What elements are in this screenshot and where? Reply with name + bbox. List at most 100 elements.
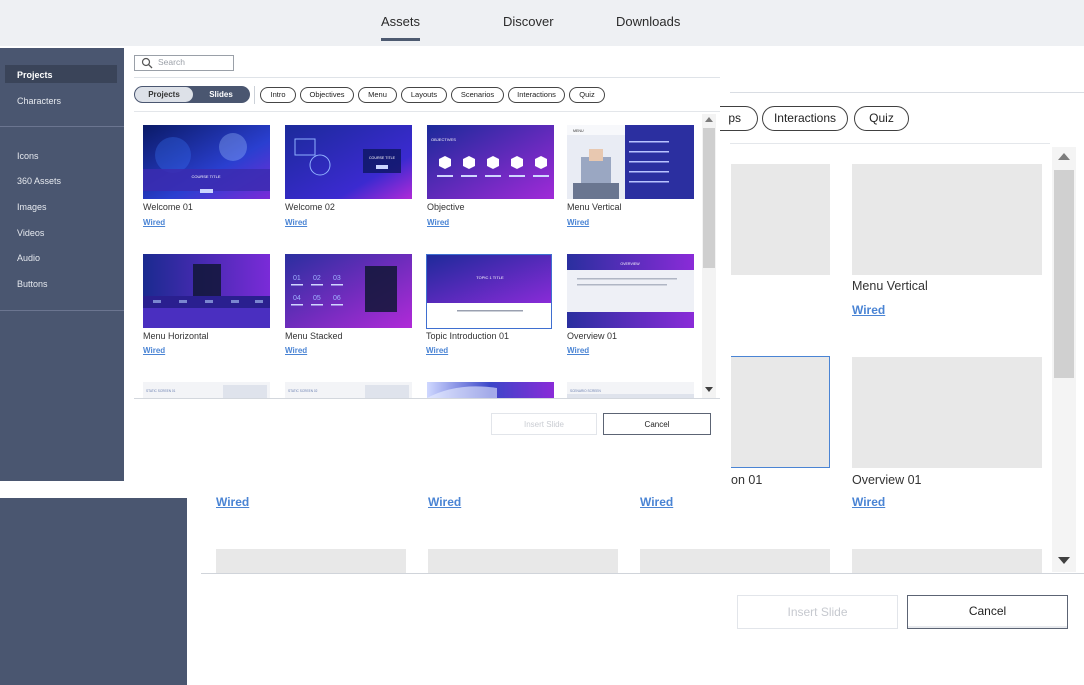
toggle-projects[interactable]: Projects xyxy=(135,87,193,102)
thumb-text: SCENARIO SCREEN xyxy=(570,389,602,393)
wired-link[interactable]: Wired xyxy=(567,346,589,355)
slide-title: Menu Vertical xyxy=(852,279,928,293)
sidebar-item-audio[interactable]: Audio xyxy=(17,253,40,263)
slide-thumbnail[interactable] xyxy=(428,549,618,573)
toggle-slides[interactable]: Slides xyxy=(193,87,249,102)
wired-link[interactable]: Wired xyxy=(852,303,885,317)
sidebar-item-icons[interactable]: Icons xyxy=(17,151,39,161)
menu-number: 01 xyxy=(293,275,301,282)
thumb-text: COURSE TITLE xyxy=(369,156,396,160)
wired-link[interactable]: Wired xyxy=(285,218,307,227)
slide-thumbnail-overview-01[interactable]: OVERVIEW xyxy=(567,254,694,328)
slide-title: Overview 01 xyxy=(852,473,922,487)
slide-thumbnail[interactable] xyxy=(216,549,406,573)
scroll-down-arrow-icon[interactable] xyxy=(705,387,713,392)
insert-slide-button[interactable]: Insert Slide xyxy=(737,595,898,629)
scroll-down-arrow-icon[interactable] xyxy=(1058,557,1070,564)
slide-thumbnail[interactable] xyxy=(852,549,1042,573)
sidebar: Projects Characters Icons 360 Assets Ima… xyxy=(0,48,124,481)
slide-thumbnail-objective[interactable]: OBJECTIVES xyxy=(427,125,554,199)
wired-link[interactable]: Wired xyxy=(427,218,449,227)
slide-thumbnail-topic-introduction-01[interactable]: TOPIC 1 TITLE xyxy=(426,254,552,329)
scroll-up-arrow-icon[interactable] xyxy=(705,117,713,122)
slide-name: Topic Introduction 01 xyxy=(426,331,510,341)
thumb-text: OBJECTIVES xyxy=(431,137,456,142)
slide-thumbnail[interactable] xyxy=(731,164,830,275)
slide-name: Menu Horizontal xyxy=(143,331,209,341)
wired-link[interactable]: Wired xyxy=(285,346,307,355)
thumb-text: COURSE TITLE xyxy=(191,174,220,179)
wired-link[interactable]: Wired xyxy=(852,495,885,509)
background-divider xyxy=(730,92,1084,93)
divider xyxy=(134,111,720,112)
scrollbar-thumb[interactable] xyxy=(703,128,715,268)
slide-thumbnail-partial[interactable]: STATIC SCREEN 01 xyxy=(143,382,270,398)
thumb-text: OVERVIEW xyxy=(620,262,640,266)
sidebar-item-360-assets[interactable]: 360 Assets xyxy=(17,176,61,186)
filter-pill-interactions[interactable]: Interactions xyxy=(762,106,848,131)
filter-pill-menu[interactable]: Menu xyxy=(358,87,397,103)
sidebar-item-projects[interactable]: Projects xyxy=(17,70,53,80)
thumb-text: MENU xyxy=(573,129,584,133)
search-placeholder: Search xyxy=(158,57,185,67)
sidebar-item-buttons[interactable]: Buttons xyxy=(17,279,48,289)
slide-thumbnail-welcome-02[interactable]: COURSE TITLE xyxy=(285,125,412,199)
filter-pill-intro[interactable]: Intro xyxy=(260,87,296,103)
wired-link[interactable]: Wired xyxy=(567,218,589,227)
filter-pill-layouts[interactable]: Layouts xyxy=(401,87,447,103)
thumb-text: STATIC SCREEN 02 xyxy=(288,389,318,393)
slide-name: Objective xyxy=(427,202,465,212)
slide-thumbnail[interactable] xyxy=(852,164,1042,275)
insert-slide-button[interactable]: Insert Slide xyxy=(491,413,597,435)
menu-number: 02 xyxy=(313,275,321,282)
thumb-text: STATIC SCREEN 01 xyxy=(146,389,176,393)
top-navigation: Assets Discover Downloads xyxy=(0,0,1084,46)
slide-thumbnail-partial[interactable]: SCENARIO SCREEN xyxy=(567,382,694,398)
filter-pill-quiz[interactable]: Quiz xyxy=(854,106,909,131)
slide-thumbnail-partial[interactable] xyxy=(427,382,554,398)
slide-title: on 01 xyxy=(731,473,763,487)
wired-link[interactable]: Wired xyxy=(216,495,249,509)
tab-assets[interactable]: Assets xyxy=(381,14,421,41)
sidebar-item-images[interactable]: Images xyxy=(17,202,47,212)
slide-thumbnail-partial[interactable]: STATIC SCREEN 02 xyxy=(285,382,412,398)
cancel-button[interactable]: Cancel xyxy=(907,595,1068,629)
divider xyxy=(134,77,720,78)
menu-number: 04 xyxy=(293,295,301,302)
wired-link[interactable]: Wired xyxy=(143,218,165,227)
slide-thumbnail-selected[interactable] xyxy=(731,356,830,468)
filter-pill-scenarios[interactable]: Scenarios xyxy=(451,87,504,103)
slide-name: Welcome 01 xyxy=(143,202,193,212)
tab-discover[interactable]: Discover xyxy=(503,14,554,29)
scrollbar-thumb[interactable] xyxy=(1054,170,1074,378)
wired-link[interactable]: Wired xyxy=(640,495,673,509)
sidebar-item-characters[interactable]: Characters xyxy=(17,96,61,106)
menu-number: 06 xyxy=(333,295,341,302)
wired-link[interactable]: Wired xyxy=(428,495,461,509)
filter-pill-interactions[interactable]: Interactions xyxy=(508,87,565,103)
filter-pill-objectives[interactable]: Objectives xyxy=(300,87,354,103)
cancel-button[interactable]: Cancel xyxy=(603,413,711,435)
sidebar-item-videos[interactable]: Videos xyxy=(17,228,44,238)
menu-number: 05 xyxy=(313,295,321,302)
slide-name: Menu Stacked xyxy=(285,331,343,341)
slide-thumbnail[interactable] xyxy=(640,549,830,573)
slide-name: Overview 01 xyxy=(567,331,618,341)
tab-downloads[interactable]: Downloads xyxy=(616,14,680,29)
filter-pill-quiz[interactable]: Quiz xyxy=(569,87,605,103)
sidebar-divider xyxy=(0,126,124,127)
slide-name: Welcome 02 xyxy=(285,202,335,212)
search-icon xyxy=(141,57,153,69)
slide-name: Menu Vertical xyxy=(567,202,622,212)
slide-thumbnail-welcome-01[interactable]: COURSE TITLE xyxy=(143,125,270,199)
slide-thumbnail-menu-vertical[interactable]: MENU xyxy=(567,125,694,199)
wired-link[interactable]: Wired xyxy=(426,346,448,355)
scroll-up-arrow-icon[interactable] xyxy=(1058,153,1070,160)
slide-thumbnail-menu-horizontal[interactable] xyxy=(143,254,270,328)
thumb-text: TOPIC 1 TITLE xyxy=(476,275,504,280)
slide-thumbnail-menu-stacked[interactable]: 01 02 03 04 05 06 xyxy=(285,254,412,328)
divider xyxy=(201,573,1084,574)
menu-number: 03 xyxy=(333,275,341,282)
slide-thumbnail[interactable] xyxy=(852,357,1042,468)
wired-link[interactable]: Wired xyxy=(143,346,165,355)
